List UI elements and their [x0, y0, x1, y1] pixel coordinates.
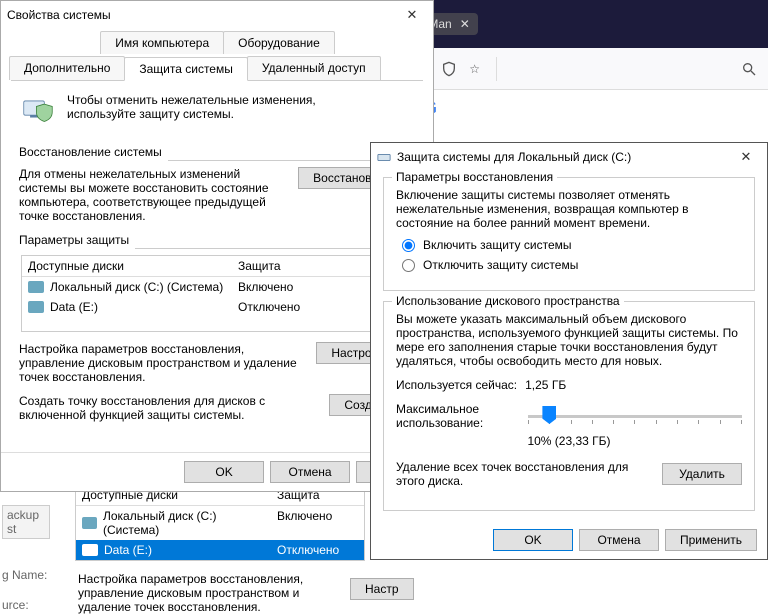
create-text: Создать точку восстановления для дисков … — [19, 394, 319, 422]
titlebar: Свойства системы ✕ — [1, 1, 433, 29]
max-usage-slider[interactable] — [528, 406, 742, 426]
drive-icon — [82, 544, 98, 556]
search-icon[interactable] — [740, 60, 758, 78]
disk-c-name: Локальный диск (C:) (Система) — [50, 280, 223, 294]
bg-backup-fragment: ackup st — [2, 505, 50, 539]
ok-button[interactable]: OK — [493, 529, 573, 551]
bg-disk-table: Доступные диски Защита Локальный диск (C… — [75, 484, 365, 561]
apply-button[interactable]: Применить — [665, 529, 757, 551]
delete-button[interactable]: Удалить — [662, 463, 742, 485]
restore-params-legend: Параметры восстановления — [392, 170, 557, 184]
restore-text: Для отмены нежелательных изменений систе… — [19, 167, 288, 223]
bg-disk-e-name: Data (E:) — [104, 543, 152, 557]
bg-source-fragment: urce: — [2, 598, 29, 612]
disk-usage-legend: Использование дискового пространства — [392, 294, 624, 308]
cancel-button[interactable]: Отмена — [270, 461, 350, 483]
drive-icon — [28, 301, 44, 313]
drive-icon — [82, 517, 97, 529]
intro-text: Чтобы отменить нежелательные изменения, … — [67, 93, 367, 121]
tab-content: Чтобы отменить нежелательные изменения, … — [11, 80, 423, 442]
disk-row-e[interactable]: Data (E:) Отключено — [22, 297, 412, 317]
close-icon[interactable]: ✕ — [397, 5, 427, 25]
close-icon[interactable]: ✕ — [731, 147, 761, 167]
tab-row-bottom: Дополнительно Защита системы Удаленный д… — [1, 54, 433, 80]
drive-icon — [28, 281, 44, 293]
protection-dialog: Защита системы для Локальный диск (C:) ✕… — [370, 142, 768, 560]
usage-now-value: 1,25 ГБ — [525, 378, 566, 392]
disk-row-c[interactable]: Локальный диск (C:) (Система) Включено — [22, 277, 412, 297]
bg-name-fragment: g Name: — [2, 568, 47, 582]
disk-usage-group: Использование дискового пространства Вы … — [383, 301, 755, 511]
bookmark-star-icon[interactable]: ☆ — [466, 60, 484, 78]
window-title: Свойства системы — [7, 8, 397, 22]
protection-title: Защита системы для Локальный диск (C:) — [397, 150, 731, 164]
disk-e-name: Data (E:) — [50, 300, 98, 314]
slider-value: 10% (23,33 ГБ) — [396, 434, 742, 448]
tab-row-top: Имя компьютера Оборудование — [1, 29, 433, 54]
delete-text: Удаление всех точек восстановления для э… — [396, 460, 652, 488]
radio-disable-input[interactable] — [402, 259, 415, 272]
radio-disable[interactable]: Отключить защиту системы — [402, 258, 742, 272]
radio-disable-label: Отключить защиту системы — [423, 258, 578, 272]
max-usage-label: Максимальное использование: — [396, 402, 516, 430]
col-header-disks[interactable]: Доступные диски — [22, 256, 232, 276]
disk-usage-text: Вы можете указать максимальный объем дис… — [396, 312, 742, 368]
bg-disk-c-name: Локальный диск (C:) (Система) — [103, 509, 265, 537]
usage-now-label: Используется сейчас: — [396, 378, 517, 392]
firefox-tabbar: - Man ✕ — [403, 0, 768, 48]
ok-button[interactable]: OK — [184, 461, 264, 483]
shield-icon[interactable] — [440, 60, 458, 78]
params-header: Параметры защиты — [19, 233, 129, 247]
firefox-toolbar: ••• ☆ — [403, 48, 768, 90]
disk-table: Доступные диски Защита Локальный диск (C… — [21, 255, 413, 332]
tab-computer-name[interactable]: Имя компьютера — [100, 31, 224, 54]
bg-configure-button[interactable]: Настр — [350, 578, 414, 600]
tab-hardware[interactable]: Оборудование — [223, 31, 335, 54]
bg-disk-c-status: Включено — [271, 506, 364, 540]
drive-icon — [377, 150, 391, 164]
cancel-button[interactable]: Отмена — [579, 529, 659, 551]
bg-disk-e-status: Отключено — [271, 540, 364, 560]
tab-system-protection[interactable]: Защита системы — [124, 57, 247, 81]
restore-params-group: Параметры восстановления Включение защит… — [383, 177, 755, 291]
tab-remote[interactable]: Удаленный доступ — [247, 56, 381, 80]
bg-configure-text: Настройка параметров восстановления, упр… — [78, 572, 343, 614]
close-icon[interactable]: ✕ — [460, 17, 470, 31]
bg-disk-row-c[interactable]: Локальный диск (C:) (Система) Включено — [76, 506, 364, 540]
firefox-page-fragment: G — [403, 90, 768, 126]
restore-header: Восстановление системы — [19, 145, 162, 159]
tab-advanced[interactable]: Дополнительно — [9, 56, 125, 80]
configure-text: Настройка параметров восстановления, упр… — [19, 342, 306, 384]
restore-params-text: Включение защиты системы позволяет отмен… — [396, 188, 742, 230]
radio-enable-label: Включить защиту системы — [423, 238, 572, 252]
radio-enable-input[interactable] — [402, 239, 415, 252]
system-properties-window: Свойства системы ✕ Имя компьютера Оборуд… — [0, 0, 434, 492]
radio-enable[interactable]: Включить защиту системы — [402, 238, 742, 252]
shield-monitor-icon — [19, 93, 57, 131]
bg-disk-row-e[interactable]: Data (E:) Отключено — [76, 540, 364, 560]
